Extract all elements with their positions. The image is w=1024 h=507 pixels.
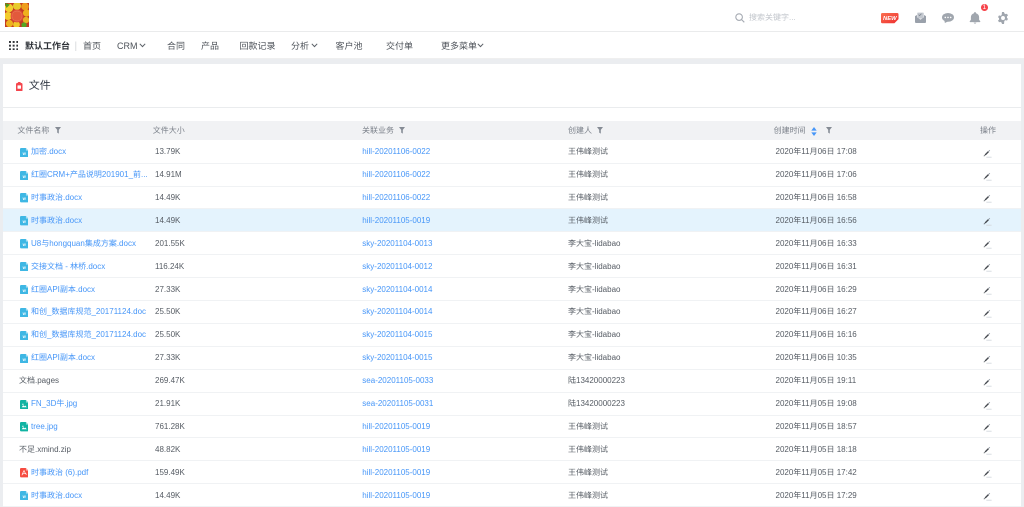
svg-text:NEW: NEW xyxy=(883,16,897,22)
